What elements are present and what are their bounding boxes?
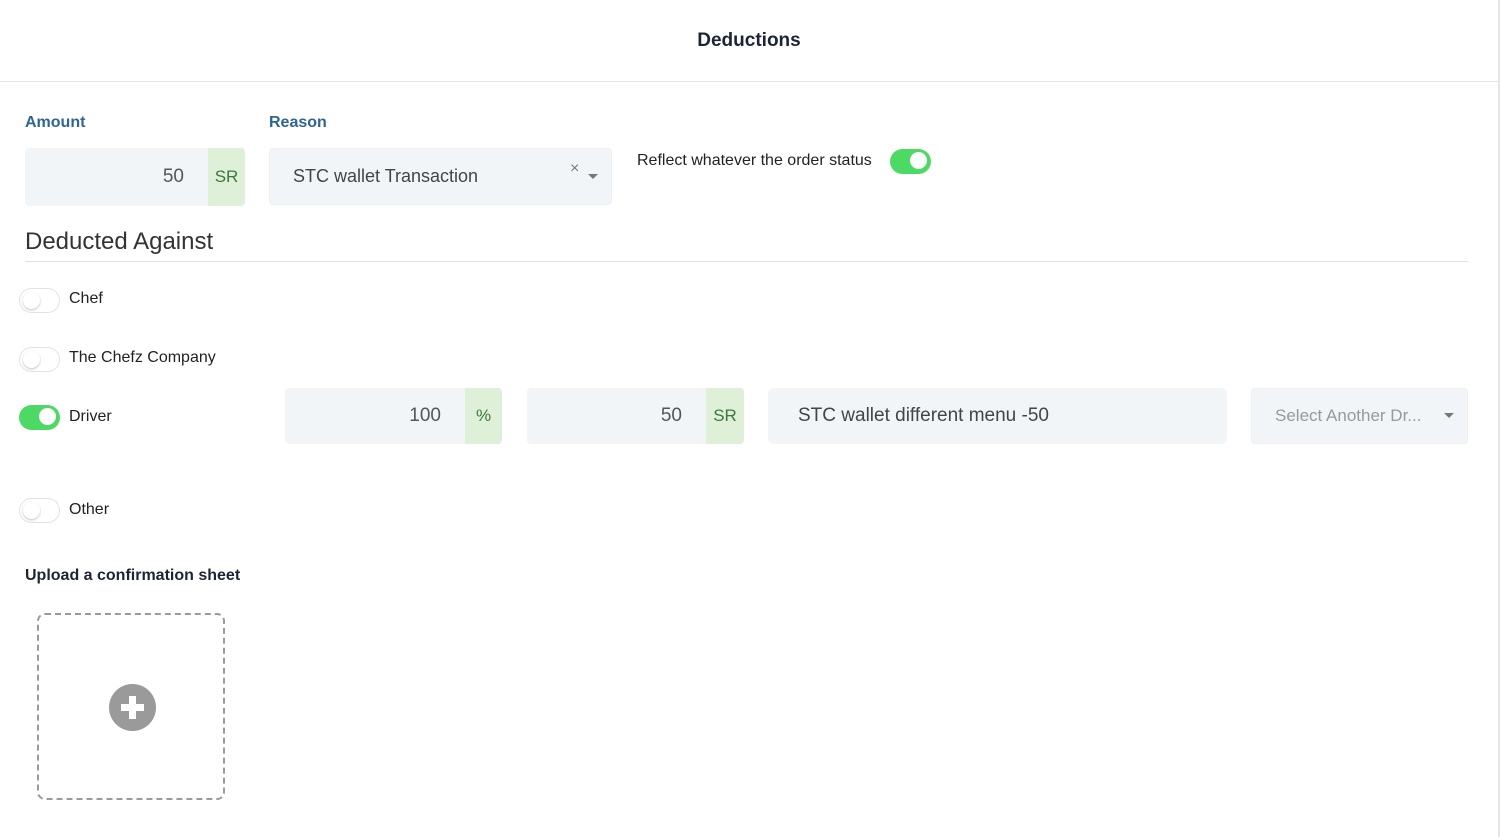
amount-input-group[interactable]: 50 SR bbox=[25, 148, 245, 206]
reason-label: Reason bbox=[269, 114, 327, 131]
clear-icon[interactable]: × bbox=[570, 160, 579, 178]
deducted-against-title: Deducted Against bbox=[25, 228, 214, 255]
dialog-header: Deductions bbox=[0, 0, 1498, 82]
driver-percent-group[interactable]: 100 % bbox=[285, 388, 502, 444]
reflect-label: Reflect whatever the order status bbox=[637, 152, 872, 169]
reflect-toggle[interactable] bbox=[890, 149, 931, 174]
percent-addon: % bbox=[465, 388, 502, 444]
chef-label: Chef bbox=[69, 290, 103, 307]
deductions-dialog: Deductions Amount 50 SR Reason STC walle… bbox=[0, 0, 1500, 837]
upload-label: Upload a confirmation sheet bbox=[25, 567, 241, 584]
other-label: Other bbox=[69, 501, 110, 518]
driver-label: Driver bbox=[69, 408, 112, 425]
another-driver-select[interactable]: Select Another Dr... bbox=[1251, 388, 1468, 444]
reason-selected-value: STC wallet Transaction bbox=[293, 166, 479, 186]
toggle-knob bbox=[23, 292, 40, 309]
amount-label: Amount bbox=[25, 114, 86, 131]
plus-circle-icon[interactable] bbox=[109, 684, 156, 731]
amount-input[interactable]: 50 bbox=[25, 148, 208, 206]
chef-toggle[interactable] bbox=[19, 288, 60, 313]
toggle-knob bbox=[23, 351, 40, 368]
dialog-title: Deductions bbox=[697, 29, 801, 51]
upload-dropzone[interactable] bbox=[37, 613, 225, 800]
driver-percent-input[interactable]: 100 bbox=[285, 388, 465, 444]
toggle-knob bbox=[910, 152, 927, 169]
driver-amount-group[interactable]: 50 SR bbox=[527, 388, 744, 444]
toggle-knob bbox=[23, 502, 40, 519]
toggle-knob bbox=[39, 408, 56, 425]
amount-currency-addon: SR bbox=[208, 148, 245, 206]
driver-currency-addon: SR bbox=[706, 388, 744, 444]
chevron-down-icon[interactable] bbox=[588, 174, 598, 179]
other-toggle[interactable] bbox=[19, 498, 60, 523]
another-driver-placeholder: Select Another Dr... bbox=[1275, 406, 1422, 425]
section-divider bbox=[25, 261, 1468, 262]
driver-toggle[interactable] bbox=[19, 405, 60, 430]
chevron-down-icon[interactable] bbox=[1444, 413, 1454, 418]
company-toggle[interactable] bbox=[19, 347, 60, 372]
driver-note-input[interactable]: STC wallet different menu -50 bbox=[768, 388, 1227, 444]
reason-select[interactable]: STC wallet Transaction × bbox=[269, 148, 612, 205]
company-label: The Chefz Company bbox=[69, 349, 216, 366]
driver-amount-input[interactable]: 50 bbox=[527, 388, 706, 444]
